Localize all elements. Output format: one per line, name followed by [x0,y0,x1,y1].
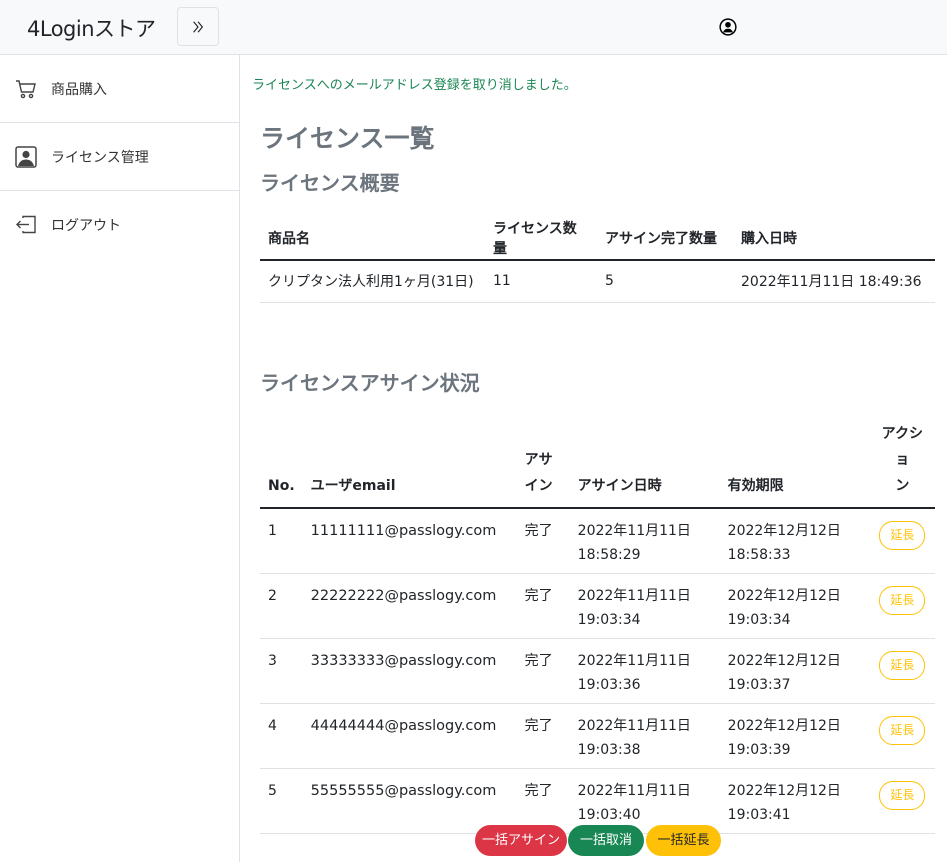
user-email: 55555555@passlogy.com [302,768,517,834]
action-cell: 延長 [869,573,935,639]
extend-button[interactable]: 延長 [879,585,926,615]
assign-status: 完了 [516,768,570,834]
sidebar-item-label: ログアウト [51,218,121,234]
column-header: アサイン完了数量 [597,217,733,261]
sidebar: 商品購入 ライセンス管理 ログアウト [0,55,240,862]
user-email: 33333333@passlogy.com [302,638,517,704]
action-cell: 延長 [869,638,935,704]
cart-icon [16,80,36,99]
person-circle-icon[interactable] [719,18,737,36]
sidebar-item-license-management[interactable]: ライセンス管理 [0,123,239,191]
table-row: 2 22222222@passlogy.com 完了 2022年11月11日 19… [260,573,935,639]
assign-section-title: ライセンスアサイン状況 [260,371,480,395]
user-email: 11111111@passlogy.com [302,508,517,574]
page-title: ライセンス一覧 [260,124,435,153]
assign-status: 完了 [516,573,570,639]
column-header: ユーザemail [302,421,517,509]
row-number: 3 [260,638,303,704]
action-cell: 延長 [869,768,935,834]
row-number: 4 [260,703,303,769]
column-header: 商品名 [260,217,485,261]
assign-status: 完了 [516,703,570,769]
bulk-assign-button[interactable]: 一括アサイン [475,825,567,856]
column-header: アクション [869,421,935,509]
top-navbar: 4Loginストア [0,0,947,55]
action-cell: 延長 [869,508,935,574]
column-header: アサイン日時 [569,421,720,509]
column-header: 購入日時 [733,217,935,261]
brand-logo[interactable]: 4Loginストア [27,13,156,43]
table-row: 3 33333333@passlogy.com 完了 2022年11月11日 19… [260,638,935,704]
row-number: 5 [260,768,303,834]
expire-datetime: 2022年12月12日 18:58:33 [719,508,870,574]
extend-button[interactable]: 延長 [879,521,926,550]
sidebar-item-purchase[interactable]: 商品購入 [0,55,239,123]
assign-status: 完了 [516,638,570,704]
license-summary-table: 商品名 ライセンス数量 アサイン完了数量 購入日時 クリプタン法人利用1ヶ月(3… [260,217,935,303]
user-email: 44444444@passlogy.com [302,703,517,769]
action-cell: 延長 [869,703,935,769]
license-assign-table: No. ユーザemail アサ イン アサイン日時 有効期限 アクション 1 11… [260,421,935,834]
assigned-datetime: 2022年11月11日 18:58:29 [569,508,720,574]
license-count-cell: 11 [485,260,597,303]
assign-status: 完了 [516,508,570,574]
extend-button[interactable]: 延長 [879,780,926,810]
person-square-icon [15,146,37,168]
extend-button[interactable]: 延長 [879,715,926,745]
assigned-datetime: 2022年11月11日 19:03:38 [569,703,720,769]
column-header: 有効期限 [719,421,870,509]
purchase-date-cell: 2022年11月11日 18:49:36 [733,260,935,303]
box-arrow-left-icon [16,215,36,234]
assigned-count-cell: 5 [597,260,733,303]
column-header: アサ イン [516,421,570,509]
user-email: 22222222@passlogy.com [302,573,517,639]
bulk-extend-button[interactable]: 一括延長 [646,825,721,856]
expire-datetime: 2022年12月12日 19:03:41 [719,768,870,834]
row-number: 1 [260,508,303,574]
table-row: 4 44444444@passlogy.com 完了 2022年11月11日 19… [260,703,935,769]
expire-datetime: 2022年12月12日 19:03:34 [719,573,870,639]
success-alert: ライセンスへのメールアドレス登録を取り消しました。 [252,78,577,93]
table-row: 5 55555555@passlogy.com 完了 2022年11月11日 19… [260,768,935,834]
sidebar-toggle-button[interactable] [177,7,219,46]
extend-button[interactable]: 延長 [879,650,926,680]
table-row: 1 11111111@passlogy.com 完了 2022年11月11日 18… [260,508,935,574]
table-row: クリプタン法人利用1ヶ月(31日) 11 5 2022年11月11日 18:49… [260,260,935,303]
summary-section-title: ライセンス概要 [260,171,400,195]
bulk-cancel-button[interactable]: 一括取消 [568,825,644,856]
sidebar-item-logout[interactable]: ログアウト [0,191,239,259]
assigned-datetime: 2022年11月11日 19:03:34 [569,573,720,639]
expire-datetime: 2022年12月12日 19:03:39 [719,703,870,769]
assigned-datetime: 2022年11月11日 19:03:40 [569,768,720,834]
main-content: ライセンスへのメールアドレス登録を取り消しました。 ライセンス一覧 ライセンス概… [240,55,947,862]
row-number: 2 [260,573,303,639]
chevron-double-right-icon [193,20,204,33]
expire-datetime: 2022年12月12日 19:03:37 [719,638,870,704]
sidebar-item-label: 商品購入 [51,82,107,98]
column-header: ライセンス数量 [485,217,597,261]
sidebar-item-label: ライセンス管理 [51,150,149,166]
product-name-cell: クリプタン法人利用1ヶ月(31日) [260,260,485,303]
column-header: No. [260,421,303,509]
assigned-datetime: 2022年11月11日 19:03:36 [569,638,720,704]
